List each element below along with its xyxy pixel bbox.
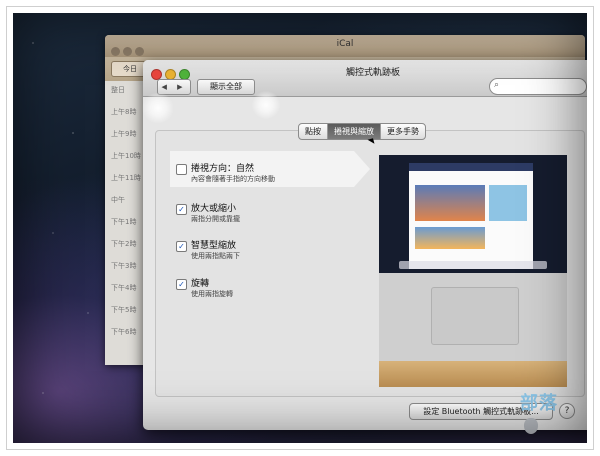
preview-table (379, 361, 567, 387)
zoom-checkbox[interactable]: ✓ (176, 204, 187, 215)
show-all-button[interactable]: 顯示全部 (197, 79, 255, 95)
help-button[interactable]: ? (559, 403, 575, 419)
ical-time-label: 上午9時 (111, 130, 137, 138)
watermark-text: 部落 (520, 393, 558, 414)
tab-bar: 點按 捲視與縮放 更多手勢 (298, 123, 426, 140)
option-title: 放大或縮小 (191, 204, 237, 214)
ical-time-label: 下午4時 (111, 284, 137, 292)
option-subtitle: 兩指分開或靠攏 (191, 215, 240, 223)
ical-time-label: 下午5時 (111, 306, 137, 314)
preview-trackpad (431, 287, 519, 345)
ical-time-label: 下午2時 (111, 240, 137, 248)
preview-browser (409, 163, 533, 269)
preview-dock (399, 261, 547, 269)
ical-time-label: 下午1時 (111, 218, 137, 226)
scroll-direction-checkbox[interactable] (176, 164, 187, 175)
ical-time-label: 上午10時 (111, 152, 141, 160)
ical-time-label: 下午3時 (111, 262, 137, 270)
preview-screen (379, 155, 567, 273)
tab-point-click[interactable]: 點按 (299, 124, 328, 139)
trackpad-preferences-window: 觸控式軌跡板 ◀ ▶ 顯示全部 ⌕ 捲視方向：自然 內容會隨著手指的方向移動 ✓… (143, 60, 587, 430)
gesture-preview-video (379, 155, 567, 387)
tab-scroll-zoom[interactable]: 捲視與縮放 (328, 124, 381, 139)
ical-time-label: 下午6時 (111, 328, 137, 336)
option-title: 智慧型縮放 (191, 241, 237, 251)
option-title: 捲視方向：自然 (191, 164, 255, 174)
option-subtitle: 使用兩指點兩下 (191, 252, 240, 260)
rotate-checkbox[interactable]: ✓ (176, 279, 187, 290)
ical-time-label: 整日 (111, 86, 125, 94)
option-subtitle: 內容會隨著手指的方向移動 (191, 175, 275, 183)
ical-title: iCal (336, 39, 354, 49)
ical-time-label: 中午 (111, 196, 125, 204)
window-title: 觸控式軌跡板 (345, 68, 400, 78)
tab-more-gestures[interactable]: 更多手勢 (381, 124, 425, 139)
apple-logo-icon (524, 418, 538, 434)
ical-time-label: 上午8時 (111, 108, 137, 116)
ical-titlebar: iCal (105, 35, 585, 57)
flash-glare (251, 91, 281, 119)
pref-titlebar: 觸控式軌跡板 ◀ ▶ 顯示全部 ⌕ (143, 60, 587, 97)
ical-time-label: 上午11時 (111, 174, 141, 182)
flash-glare (141, 93, 175, 123)
search-input[interactable]: ⌕ (489, 78, 587, 95)
settings-panel: 捲視方向：自然 內容會隨著手指的方向移動 ✓ 放大或縮小 兩指分開或靠攏 ✓ 智… (155, 130, 585, 397)
photo-of-screen: iCal 今日 整日 上午8時 上午9時 上午10時 上午11時 中午 下午1時… (13, 13, 587, 443)
smart-zoom-checkbox[interactable]: ✓ (176, 241, 187, 252)
option-subtitle: 使用兩指旋轉 (191, 290, 233, 298)
option-title: 旋轉 (191, 279, 210, 289)
search-icon: ⌕ (494, 80, 500, 90)
